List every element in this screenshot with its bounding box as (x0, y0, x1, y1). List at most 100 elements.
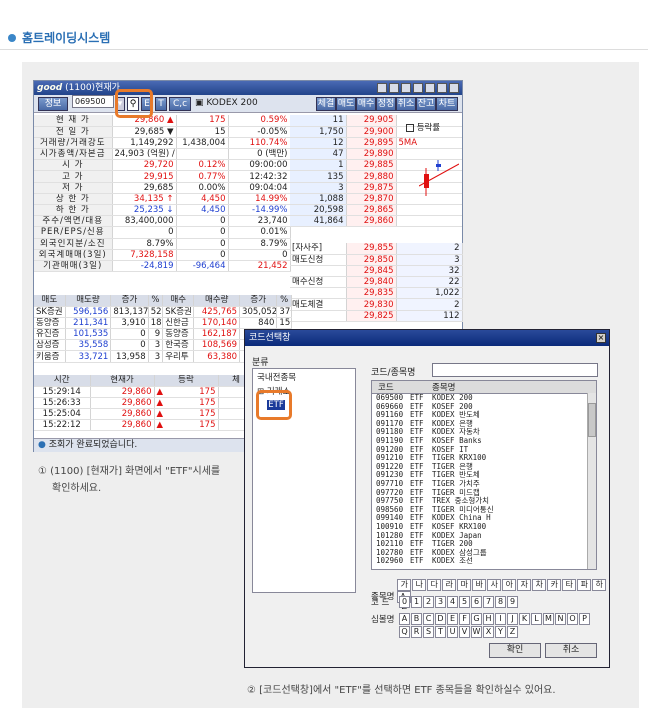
gear-icon[interactable] (401, 83, 411, 93)
list-item[interactable]: 091190 ETF KOSEF Banks (376, 436, 596, 446)
key-button[interactable]: 바 (472, 579, 487, 591)
key-button[interactable]: X (483, 626, 494, 638)
key-button[interactable]: 2 (423, 596, 434, 608)
key-button[interactable]: Z (507, 626, 518, 638)
search-input[interactable] (432, 363, 598, 377)
key-button[interactable]: E (447, 613, 458, 625)
bid-row[interactable]: 29,835 1,022 (290, 287, 463, 300)
close-icon[interactable]: × (596, 333, 606, 343)
list-item[interactable]: 091160 ETF KODEX 반도체 (376, 411, 596, 420)
col-code[interactable]: 코드 (372, 381, 418, 393)
list-item[interactable]: 091210 ETF TIGER KRX100 (376, 454, 596, 463)
key-button[interactable]: V (459, 626, 470, 638)
cancel-button[interactable]: 취소 (545, 643, 597, 658)
key-button[interactable]: S (423, 626, 434, 638)
key-button[interactable]: T (435, 626, 446, 638)
tab-buy[interactable]: 매수 (356, 97, 376, 111)
list-item[interactable]: 102960 ETF KODEX 조선 (376, 557, 596, 566)
key-button[interactable]: 타 (562, 579, 577, 591)
checkbox-icon[interactable] (406, 123, 414, 132)
key-button[interactable]: 마 (457, 579, 472, 591)
key-button[interactable]: I (495, 613, 506, 625)
maximize-icon[interactable] (437, 83, 447, 93)
key-button[interactable]: 하 (592, 579, 607, 591)
key-button[interactable]: 6 (471, 596, 482, 608)
key-button[interactable]: 라 (442, 579, 457, 591)
stock-code-input[interactable]: 069500 (72, 95, 114, 108)
key-button[interactable]: W (471, 626, 482, 638)
key-button[interactable]: L (531, 613, 542, 625)
code-c-button[interactable]: C,c (169, 97, 191, 111)
key-button[interactable]: Q (399, 626, 410, 638)
key-button[interactable]: P (579, 613, 590, 625)
key-button[interactable]: K (519, 613, 530, 625)
tab-cancel[interactable]: 취소 (396, 97, 416, 111)
key-button[interactable]: 사 (487, 579, 502, 591)
bid-row[interactable]: [자사주] 29,855 2 (290, 243, 463, 255)
key-button[interactable]: C (423, 613, 434, 625)
key-button[interactable]: 카 (547, 579, 562, 591)
key-button[interactable]: 5 (459, 596, 470, 608)
key-button[interactable]: 0 (399, 596, 410, 608)
t-button[interactable]: T (155, 97, 167, 111)
bid-row[interactable]: 매수신청 29,840 22 (290, 276, 463, 289)
bid-row[interactable]: 29,845 32 (290, 265, 463, 278)
key-button[interactable]: R (411, 626, 422, 638)
key-button[interactable]: 자 (517, 579, 532, 591)
list-item[interactable]: 069660 ETF KOSEF 200 (376, 402, 596, 412)
list-item[interactable]: 101280 ETF KODEX Japan (376, 531, 596, 541)
key-button[interactable]: 나 (412, 579, 427, 591)
ask-row[interactable]: 41,864 29,860 (290, 215, 462, 228)
tab-sell[interactable]: 매도 (336, 97, 356, 111)
list-item[interactable]: 091230 ETF TIGER 반도체 (376, 471, 596, 480)
key-button[interactable]: 파 (577, 579, 592, 591)
key-button[interactable]: F (459, 613, 470, 625)
list-item[interactable]: 100910 ETF KOSEF KRX100 (376, 522, 596, 532)
key-button[interactable]: 가 (397, 579, 412, 591)
ok-button[interactable]: 확인 (489, 643, 541, 658)
list-scrollbar[interactable] (587, 393, 596, 569)
close-icon[interactable] (449, 83, 459, 93)
key-button[interactable]: 8 (495, 596, 506, 608)
list-item[interactable]: 091220 ETF TIGER 은행 (376, 462, 596, 472)
ask-row[interactable]: 20,598 29,865 (290, 204, 462, 217)
key-button[interactable]: G (471, 613, 482, 625)
key-button[interactable]: J (507, 613, 518, 625)
key-button[interactable]: N (555, 613, 566, 625)
list-item[interactable]: 099140 ETF KODEX China H (376, 514, 596, 523)
key-button[interactable]: A (399, 613, 410, 625)
key-button[interactable]: 4 (447, 596, 458, 608)
tab-chart[interactable]: 차트 (436, 97, 458, 111)
bid-row[interactable]: 매도신청 29,850 3 (290, 254, 463, 266)
key-button[interactable]: M (543, 613, 554, 625)
key-button[interactable]: 아 (502, 579, 517, 591)
key-button[interactable]: 다 (427, 579, 442, 591)
help-icon[interactable] (413, 83, 423, 93)
key-button[interactable]: 차 (532, 579, 547, 591)
list-item[interactable]: 102780 ETF KODEX 삼성그룹 (376, 548, 596, 558)
info-button[interactable]: 정보 (38, 97, 68, 111)
key-button[interactable]: 7 (483, 596, 494, 608)
key-button[interactable]: 9 (507, 596, 518, 608)
list-item[interactable]: 069500 ETF KODEX 200 (376, 393, 596, 403)
key-button[interactable]: U (447, 626, 458, 638)
i-icon[interactable] (377, 83, 387, 93)
tree-item-all[interactable]: 국내전종목 (253, 369, 355, 385)
key-button[interactable]: B (411, 613, 422, 625)
tab-balance[interactable]: 잔고 (416, 97, 436, 111)
list-item[interactable]: 091200 ETF KOSEF IT (376, 445, 596, 455)
list-item[interactable]: 091180 ETF KODEX 자동차 (376, 428, 596, 437)
bid-row[interactable]: 29,825 112 (290, 310, 463, 322)
scrollbar-thumb[interactable] (588, 403, 596, 437)
chart-icon[interactable]: ▣ (195, 98, 204, 108)
tab-modify[interactable]: 정정 (376, 97, 396, 111)
col-name[interactable]: 종목명 (418, 381, 455, 393)
key-button[interactable]: 3 (435, 596, 446, 608)
list-item[interactable]: 097710 ETF TIGER 가치주 (376, 479, 596, 489)
key-button[interactable]: O (567, 613, 578, 625)
minimize-icon[interactable] (425, 83, 435, 93)
key-button[interactable]: D (435, 613, 446, 625)
list-item[interactable]: 091170 ETF KODEX 은행 (376, 419, 596, 429)
key-button[interactable]: Y (495, 626, 506, 638)
key-button[interactable]: 1 (411, 596, 422, 608)
